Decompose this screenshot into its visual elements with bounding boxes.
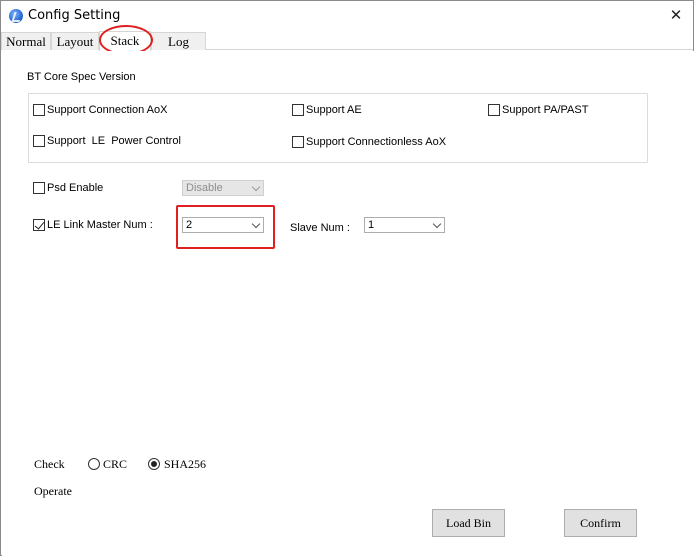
psd-mode-dropdown: Disable: [182, 180, 264, 196]
slave-num-value: 1: [368, 219, 375, 231]
check-label: Check: [34, 457, 65, 471]
tab-layout[interactable]: Layout: [51, 32, 99, 50]
crc-radio[interactable]: [88, 458, 100, 470]
window-title: Config Setting: [28, 8, 121, 23]
connection-aox-checkbox[interactable]: [33, 104, 45, 116]
slave-num-dropdown[interactable]: 1: [364, 217, 445, 233]
ae-checkbox[interactable]: [292, 104, 304, 116]
le-link-master-checkbox[interactable]: [33, 219, 45, 231]
chevron-down-icon: [251, 219, 261, 229]
load-bin-button[interactable]: Load Bin: [432, 509, 505, 537]
le-power-control-label: Support LE Power Control: [47, 135, 181, 147]
pa-past-checkbox[interactable]: [488, 104, 500, 116]
operate-label: Operate: [34, 484, 72, 498]
tab-strip: Normal Layout Stack Log: [1, 31, 693, 51]
title-bar: Config Setting ✕: [1, 1, 693, 31]
sha256-radio[interactable]: [148, 458, 160, 470]
chevron-down-icon: [432, 219, 442, 229]
spec-version-label: BT Core Spec Version: [27, 71, 136, 83]
tab-log[interactable]: Log: [151, 32, 206, 50]
confirm-button[interactable]: Confirm: [564, 509, 637, 537]
stack-panel: BT Core Spec Version Support Connection …: [2, 51, 694, 556]
tab-stack[interactable]: Stack: [99, 31, 151, 51]
connection-aox-label: Support Connection AoX: [47, 104, 168, 116]
tab-normal[interactable]: Normal: [1, 32, 51, 50]
config-setting-window: Config Setting ✕ Normal Layout Stack Log…: [0, 0, 694, 556]
chevron-down-icon: [251, 182, 261, 192]
pa-past-label: Support PA/PAST: [502, 104, 589, 116]
le-power-control-checkbox[interactable]: [33, 135, 45, 147]
le-link-master-value: 2: [186, 219, 193, 231]
ae-label: Support AE: [306, 104, 362, 116]
psd-enable-label: Psd Enable: [47, 182, 104, 194]
close-button[interactable]: ✕: [663, 4, 689, 26]
psd-mode-value: Disable: [186, 182, 223, 194]
connectionless-aox-checkbox[interactable]: [292, 136, 304, 148]
le-link-master-dropdown[interactable]: 2: [182, 217, 264, 233]
le-link-master-label: LE Link Master Num :: [47, 219, 153, 231]
connectionless-aox-label: Support Connectionless AoX: [306, 136, 447, 148]
sha256-label: SHA256: [164, 457, 207, 471]
psd-enable-checkbox[interactable]: [33, 182, 45, 194]
app-logo-icon: [9, 9, 23, 23]
slave-num-label: Slave Num :: [290, 222, 350, 234]
crc-label: CRC: [103, 457, 128, 471]
